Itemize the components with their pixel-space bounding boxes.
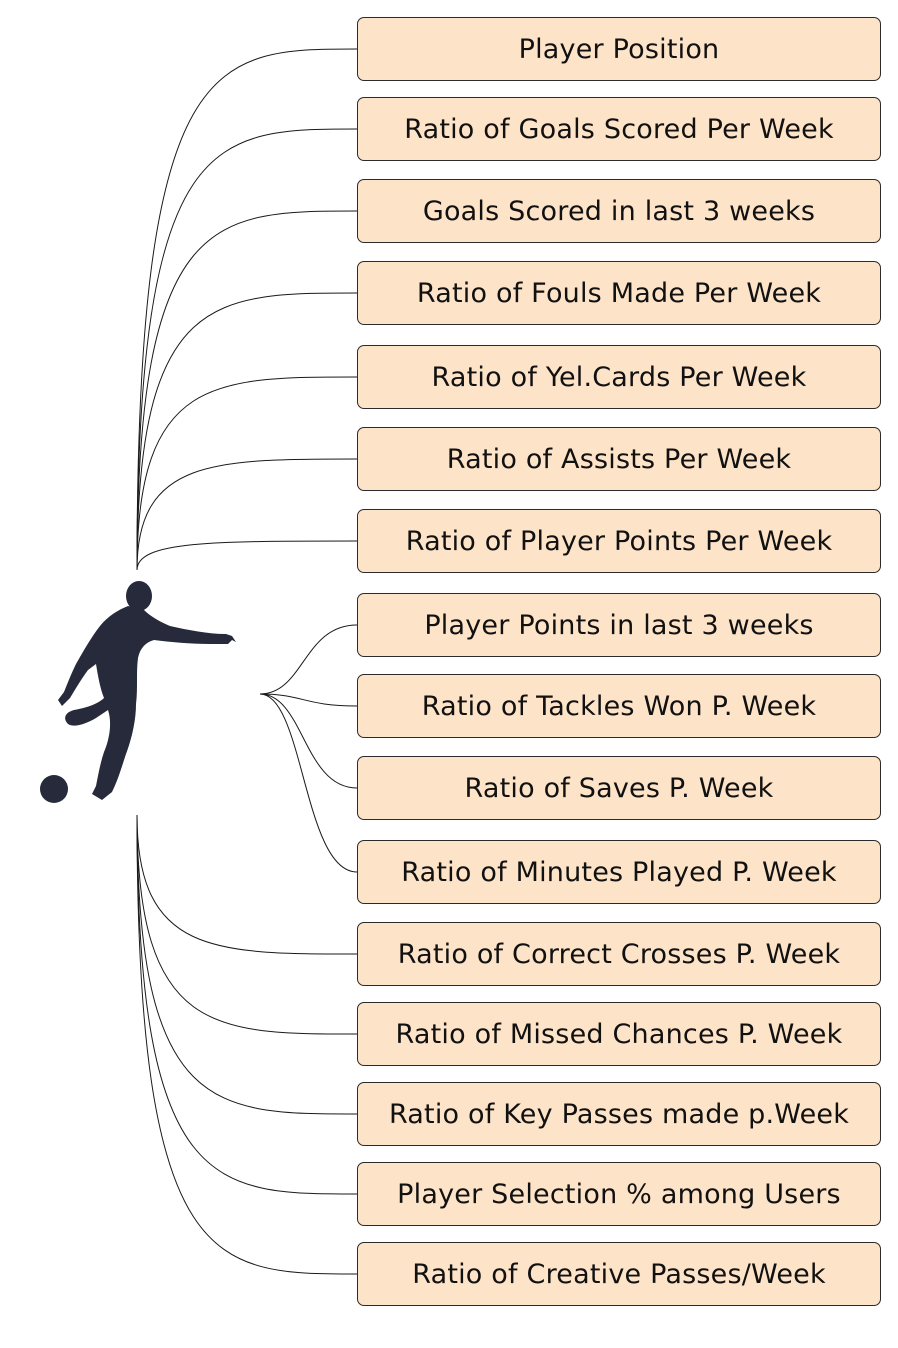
feature-box: Ratio of Player Points Per Week <box>357 509 881 573</box>
connector-line <box>136 814 358 1115</box>
feature-box: Ratio of Key Passes made p.Week <box>357 1082 881 1146</box>
feature-label: Ratio of Fouls Made Per Week <box>416 277 822 309</box>
football-player-kicking-icon <box>0 560 260 820</box>
feature-label: Ratio of Creative Passes/Week <box>412 1258 826 1290</box>
feature-box: Ratio of Goals Scored Per Week <box>357 97 881 161</box>
connector-line <box>136 814 358 1035</box>
feature-box: Ratio of Tackles Won P. Week <box>357 674 881 738</box>
feature-label: Ratio of Tackles Won P. Week <box>421 690 817 722</box>
feature-box: Ratio of Yel.Cards Per Week <box>357 345 881 409</box>
feature-box: Ratio of Fouls Made Per Week <box>357 261 881 325</box>
feature-label: Ratio of Saves P. Week <box>464 772 774 804</box>
feature-box: Ratio of Correct Crosses P. Week <box>357 922 881 986</box>
football-icon <box>40 775 68 803</box>
feature-label: Ratio of Assists Per Week <box>446 443 792 475</box>
connector-line <box>259 693 358 707</box>
feature-label: Ratio of Key Passes made p.Week <box>388 1098 850 1130</box>
feature-label: Ratio of Yel.Cards Per Week <box>431 361 807 393</box>
feature-label: Player Position <box>518 33 720 65</box>
feature-label: Ratio of Player Points Per Week <box>405 525 833 557</box>
connector-line <box>259 693 358 789</box>
player-body-icon <box>58 606 236 800</box>
feature-box: Ratio of Missed Chances P. Week <box>357 1002 881 1066</box>
feature-label: Ratio of Goals Scored Per Week <box>404 113 834 145</box>
feature-box: Ratio of Saves P. Week <box>357 756 881 820</box>
connector-line <box>136 814 358 1275</box>
connector-line <box>136 814 358 955</box>
feature-label: Ratio of Minutes Played P. Week <box>401 856 837 888</box>
feature-box: Ratio of Minutes Played P. Week <box>357 840 881 904</box>
connector-line <box>136 814 358 1195</box>
feature-box: Player Selection % among Users <box>357 1162 881 1226</box>
feature-box: Ratio of Creative Passes/Week <box>357 1242 881 1306</box>
connector-line <box>259 693 358 873</box>
connector-line <box>136 128 358 571</box>
connector-line <box>136 210 358 571</box>
connector-line <box>136 48 358 571</box>
feature-label: Ratio of Correct Crosses P. Week <box>397 938 841 970</box>
feature-box: Ratio of Assists Per Week <box>357 427 881 491</box>
feature-label: Player Points in last 3 weeks <box>424 609 814 641</box>
feature-box: Goals Scored in last 3 weeks <box>357 179 881 243</box>
connector-line <box>259 624 358 695</box>
feature-label: Player Selection % among Users <box>397 1178 841 1210</box>
connector-line <box>136 458 358 571</box>
feature-label: Goals Scored in last 3 weeks <box>422 195 816 227</box>
feature-label: Ratio of Missed Chances P. Week <box>395 1018 843 1050</box>
feature-box: Player Points in last 3 weeks <box>357 593 881 657</box>
feature-box: Player Position <box>357 17 881 81</box>
connector-line <box>136 292 358 571</box>
